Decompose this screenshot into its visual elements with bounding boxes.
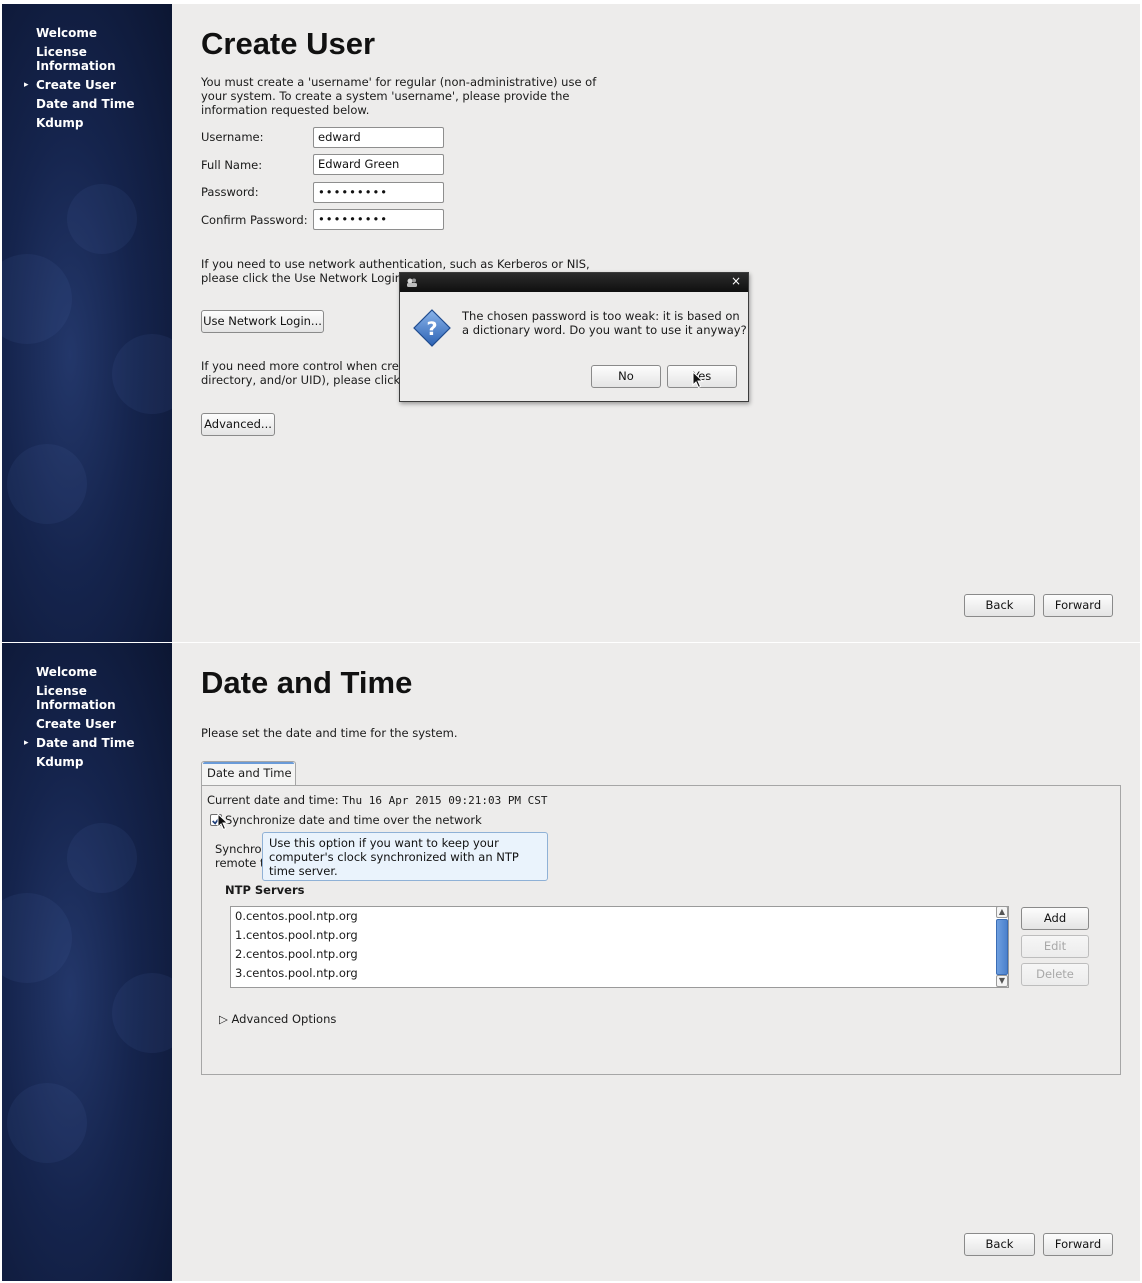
sidebar-nav: Welcome License Information Create User …	[24, 665, 156, 774]
sidebar-item-date-time: ▸ Date and Time	[24, 736, 135, 750]
no-button[interactable]: No	[591, 365, 661, 388]
advanced-options-label: Advanced Options	[231, 1012, 337, 1026]
sidebar-decoration	[2, 893, 72, 983]
mouse-pointer-icon	[692, 371, 704, 389]
sidebar-item-license: License Information	[36, 45, 116, 73]
sidebar: Welcome License Information Create User …	[2, 643, 172, 1281]
scroll-up-icon[interactable]: ▲	[996, 906, 1008, 918]
page-title: Create User	[201, 26, 376, 61]
dialog-titlebar: ×	[400, 273, 748, 292]
sidebar-decoration	[112, 973, 172, 1053]
list-item[interactable]: 0.centos.pool.ntp.org	[231, 907, 1008, 926]
current-datetime-value: Thu 16 Apr 2015 09:21:03 PM CST	[342, 794, 548, 807]
sidebar-item-welcome: Welcome	[36, 26, 98, 40]
sidebar-decoration	[112, 334, 172, 414]
forward-button[interactable]: Forward	[1043, 594, 1113, 617]
sidebar-item-kdump: Kdump	[36, 116, 84, 130]
password-field[interactable]: •••••••••	[313, 182, 444, 203]
current-datetime-label: Current date and time:	[207, 793, 339, 807]
confirm-password-label: Confirm Password:	[201, 213, 308, 227]
app-icon	[407, 278, 417, 287]
scroll-thumb[interactable]	[996, 919, 1008, 975]
sidebar-nav: Welcome License Information ▸ Create User…	[24, 26, 156, 135]
sync-checkbox-label[interactable]: Synchronize date and time over the netwo…	[225, 813, 482, 827]
expander-triangle-icon: ▷	[219, 1012, 228, 1026]
sidebar-decoration	[67, 184, 137, 254]
advanced-options-expander[interactable]: ▷ Advanced Options	[219, 1012, 336, 1026]
sidebar-item-create-user: Create User	[36, 717, 116, 731]
use-network-login-button[interactable]: Use Network Login...	[201, 310, 324, 333]
sidebar-decoration	[7, 444, 87, 524]
sidebar-item-create-user: ▸ Create User	[24, 78, 116, 92]
sidebar-item-date-time: Date and Time	[36, 97, 135, 111]
back-button[interactable]: Back	[964, 1233, 1035, 1256]
create-user-intro: You must create a 'username' for regular…	[201, 75, 597, 117]
network-auth-text-1: If you need to use network authenticatio…	[201, 257, 590, 271]
username-field[interactable]: edward	[313, 127, 444, 148]
dialog-message: The chosen password is too weak: it is b…	[462, 309, 747, 337]
ntp-list-scrollbar[interactable]: ▲ ▼	[995, 906, 1009, 988]
create-user-screen: Welcome License Information ▸ Create User…	[2, 4, 1140, 642]
svg-text:?: ?	[426, 318, 437, 340]
close-icon[interactable]: ×	[731, 274, 741, 288]
forward-button[interactable]: Forward	[1043, 1233, 1113, 1256]
list-item[interactable]: 1.centos.pool.ntp.org	[231, 926, 1008, 945]
date-time-intro: Please set the date and time for the sys…	[201, 726, 458, 740]
list-item[interactable]: 2.centos.pool.ntp.org	[231, 945, 1008, 964]
full-name-label: Full Name:	[201, 158, 263, 172]
full-name-field[interactable]: Edward Green	[313, 154, 444, 175]
username-label: Username:	[201, 130, 264, 144]
question-icon: ?	[413, 309, 451, 347]
current-datetime-row: Current date and time: Thu 16 Apr 2015 0…	[207, 793, 548, 808]
sidebar-decoration	[2, 254, 72, 344]
ntp-servers-heading: NTP Servers	[225, 883, 305, 897]
back-button[interactable]: Back	[964, 594, 1035, 617]
advanced-button[interactable]: Advanced...	[201, 413, 275, 436]
sidebar-item-license: License Information	[36, 684, 116, 712]
sync-tooltip: Use this option if you want to keep your…	[262, 832, 548, 881]
scroll-down-icon[interactable]: ▼	[996, 975, 1008, 987]
tab-date-and-time[interactable]: Date and Time	[201, 761, 296, 786]
date-time-screen: Welcome License Information Create User …	[2, 643, 1140, 1281]
current-step-arrow-icon: ▸	[24, 80, 29, 90]
date-time-content: Date and Time Please set the date and ti…	[201, 643, 1140, 1281]
confirm-password-field[interactable]: •••••••••	[313, 209, 444, 230]
sidebar-decoration	[67, 823, 137, 893]
sidebar-decoration	[7, 1083, 87, 1163]
sidebar-item-kdump: Kdump	[36, 755, 84, 769]
sidebar: Welcome License Information ▸ Create User…	[2, 4, 172, 642]
list-item[interactable]: 3.centos.pool.ntp.org	[231, 964, 1008, 983]
add-server-button[interactable]: Add	[1021, 907, 1089, 930]
mouse-pointer-icon	[217, 813, 229, 831]
edit-server-button[interactable]: Edit	[1021, 935, 1089, 958]
page-title: Date and Time	[201, 665, 413, 700]
password-label: Password:	[201, 185, 259, 199]
delete-server-button[interactable]: Delete	[1021, 963, 1089, 986]
current-step-arrow-icon: ▸	[24, 738, 29, 748]
sidebar-item-welcome: Welcome	[36, 665, 98, 679]
ntp-server-list[interactable]: 0.centos.pool.ntp.org 1.centos.pool.ntp.…	[230, 906, 1009, 988]
